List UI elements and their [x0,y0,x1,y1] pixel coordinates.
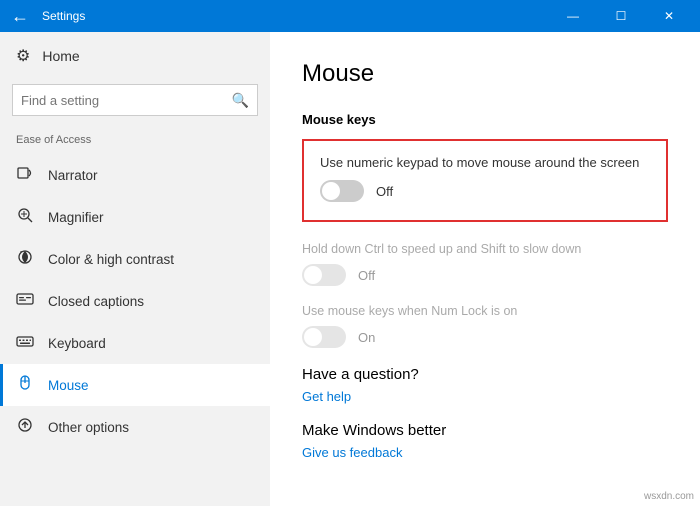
back-icon: ← [11,6,29,27]
sidebar-item-magnifier[interactable]: Magnifier [0,196,270,238]
close-button[interactable]: ✕ [646,0,692,32]
content-area: Mouse Mouse keys Use numeric keypad to m… [270,32,700,506]
titlebar: ← Settings — ☐ ✕ [0,0,700,32]
numlock-toggle-label: On [358,330,375,345]
closed-captions-icon [16,290,34,312]
numlock-description: Use mouse keys when Num Lock is on [302,304,668,318]
ctrl-toggle[interactable] [302,264,346,286]
mouse-icon [16,374,34,396]
get-help-link[interactable]: Get help [302,389,668,404]
narrator-icon [16,164,34,186]
page-title: Mouse [302,60,668,88]
sidebar-item-home[interactable]: ⚙ Home [0,32,270,80]
keyboard-icon [16,332,34,354]
home-icon: ⚙ [16,46,30,66]
titlebar-title: Settings [42,9,550,23]
color-contrast-icon [16,248,34,270]
sidebar-item-label: Keyboard [48,336,106,351]
other-options-icon [16,416,34,438]
mouse-keys-description: Use numeric keypad to move mouse around … [320,155,650,170]
help-section: Have a question? Get help Make Windows b… [302,366,668,460]
numlock-toggle-row: On [302,326,668,348]
sidebar-item-narrator[interactable]: Narrator [0,154,270,196]
sidebar-item-other-options[interactable]: Other options [0,406,270,448]
search-input[interactable] [21,93,232,108]
sidebar: ⚙ Home 🔍 Ease of Access Narrator [0,32,270,506]
maximize-button[interactable]: ☐ [598,0,644,32]
search-box[interactable]: 🔍 [12,84,258,116]
home-label: Home [42,48,79,64]
ctrl-section: Hold down Ctrl to speed up and Shift to … [302,242,668,286]
help-title: Have a question? [302,366,668,383]
mouse-keys-toggle-label: Off [376,184,393,199]
window-controls: — ☐ ✕ [550,0,692,32]
sidebar-item-mouse[interactable]: Mouse [0,364,270,406]
numlock-toggle[interactable] [302,326,346,348]
ctrl-description: Hold down Ctrl to speed up and Shift to … [302,242,668,256]
give-feedback-link[interactable]: Give us feedback [302,445,668,460]
sidebar-section-label: Ease of Access [0,130,270,154]
sidebar-item-label: Mouse [48,378,89,393]
mouse-keys-toggle-row: Off [320,180,650,202]
sidebar-item-label: Closed captions [48,294,144,309]
ctrl-toggle-label: Off [358,268,375,283]
watermark: wsxdn.com [644,491,694,502]
sidebar-item-label: Color & high contrast [48,252,174,267]
sidebar-item-keyboard[interactable]: Keyboard [0,322,270,364]
minimize-button[interactable]: — [550,0,596,32]
feedback-title: Make Windows better [302,422,668,439]
numlock-section: Use mouse keys when Num Lock is on On [302,304,668,348]
sidebar-item-closed-captions[interactable]: Closed captions [0,280,270,322]
back-button[interactable]: ← [8,4,32,28]
sidebar-item-label: Other options [48,420,129,435]
mouse-keys-toggle[interactable] [320,180,364,202]
main-container: ⚙ Home 🔍 Ease of Access Narrator [0,32,700,506]
search-icon: 🔍 [232,92,249,109]
mouse-keys-section-title: Mouse keys [302,112,668,127]
mouse-keys-highlight-box: Use numeric keypad to move mouse around … [302,139,668,222]
ctrl-toggle-row: Off [302,264,668,286]
magnifier-icon [16,206,34,228]
sidebar-item-label: Magnifier [48,210,104,225]
sidebar-item-label: Narrator [48,168,98,183]
sidebar-item-color-contrast[interactable]: Color & high contrast [0,238,270,280]
